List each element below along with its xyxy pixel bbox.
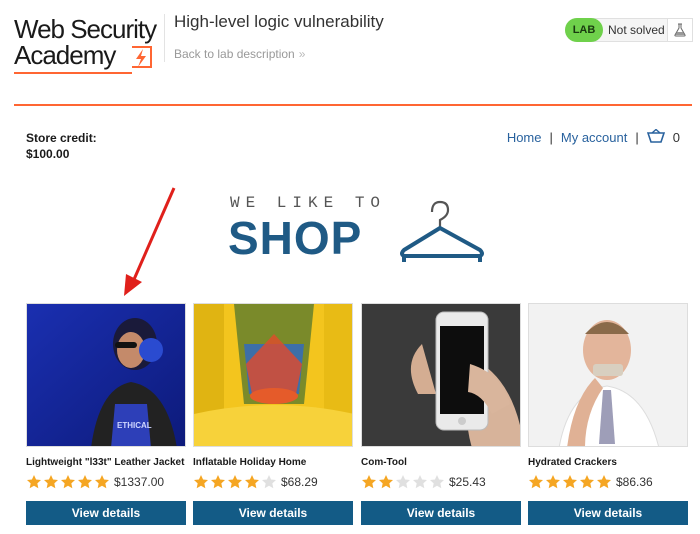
logo-underline <box>14 72 132 74</box>
star-empty-icon <box>430 475 444 489</box>
back-to-lab-description-link[interactable]: Back to lab description» <box>174 47 305 61</box>
product-price: $25.43 <box>449 475 486 489</box>
lab-badge: LAB <box>565 18 603 42</box>
view-details-button[interactable]: View details <box>26 501 186 525</box>
lab-title: High-level logic vulnerability <box>174 12 384 31</box>
logo-line2: Academy <box>14 40 116 70</box>
star-filled-icon <box>379 475 393 489</box>
lightning-icon <box>132 46 152 68</box>
product-rating: $86.36 <box>528 473 688 491</box>
product-name: Inflatable Holiday Home <box>193 457 307 468</box>
product-name: Com-Tool <box>361 457 407 468</box>
star-filled-icon <box>362 475 376 489</box>
we-like-to-shop-banner: WE LIKE TO SHOP <box>228 194 490 266</box>
nav-home-link[interactable]: Home <box>507 130 542 145</box>
lab-status-text: Not solved <box>608 23 665 37</box>
rating-stars <box>361 474 446 490</box>
view-details-button[interactable]: View details <box>361 501 521 525</box>
star-empty-icon <box>396 475 410 489</box>
product-price: $68.29 <box>281 475 318 489</box>
rating-stars <box>193 474 278 490</box>
star-filled-icon <box>245 475 259 489</box>
back-link-label: Back to lab description <box>174 47 295 61</box>
star-filled-icon <box>44 475 58 489</box>
product-image-hydrated-crackers <box>528 303 688 447</box>
web-security-academy-logo[interactable]: Web Security Academy <box>14 12 166 74</box>
rating-stars <box>26 474 111 490</box>
svg-text:ETHICAL: ETHICAL <box>117 421 152 430</box>
top-nav: Home | My account | 0 <box>507 128 680 146</box>
product-name: Lightweight "l33t" Leather Jacket <box>26 457 185 468</box>
star-filled-icon <box>228 475 242 489</box>
product-name: Hydrated Crackers <box>528 457 617 468</box>
star-filled-icon <box>546 475 560 489</box>
star-filled-icon <box>95 475 109 489</box>
view-details-button[interactable]: View details <box>528 501 688 525</box>
product-card: Com-Tool $25.43 View details <box>361 303 521 525</box>
view-details-button[interactable]: View details <box>193 501 353 525</box>
lab-status-widget: LAB Not solved <box>565 18 693 42</box>
product-rating: $25.43 <box>361 473 521 491</box>
product-image-leather-jacket: ETHICAL <box>26 303 186 447</box>
cart-icon[interactable] <box>646 128 665 146</box>
cart-count: 0 <box>672 130 680 145</box>
product-image-com-tool <box>361 303 521 447</box>
store-credit-label: Store credit: <box>26 131 97 145</box>
logo-line1: Web Security <box>14 14 157 44</box>
product-rating: $1337.00 <box>26 473 186 491</box>
star-empty-icon <box>262 475 276 489</box>
product-card: Hydrated Crackers $86.36 View details <box>528 303 688 525</box>
banner-big-text: SHOP <box>228 212 363 264</box>
product-image-inflatable-holiday-home <box>193 303 353 447</box>
nav-separator: | <box>635 130 639 145</box>
double-chevron-right-icon: » <box>298 47 306 61</box>
rating-stars <box>528 474 613 490</box>
store-credit-value: $100.00 <box>26 147 70 161</box>
header-rule <box>14 104 692 106</box>
star-filled-icon <box>597 475 611 489</box>
product-price: $1337.00 <box>114 475 165 489</box>
nav-separator: | <box>549 130 553 145</box>
star-filled-icon <box>61 475 75 489</box>
star-filled-icon <box>27 475 41 489</box>
nav-my-account-link[interactable]: My account <box>561 130 627 145</box>
product-card: Inflatable Holiday Home $68.29 View deta… <box>193 303 353 525</box>
star-filled-icon <box>78 475 92 489</box>
header-divider <box>164 14 165 62</box>
product-rating: $68.29 <box>193 473 353 491</box>
star-filled-icon <box>194 475 208 489</box>
red-arrow-icon <box>118 184 182 305</box>
star-filled-icon <box>211 475 225 489</box>
star-empty-icon <box>413 475 427 489</box>
star-filled-icon <box>580 475 594 489</box>
product-card: ETHICAL Lightweight "l33t" Leather Jacke… <box>26 303 186 525</box>
star-filled-icon <box>563 475 577 489</box>
flask-icon[interactable] <box>667 19 692 41</box>
product-price: $86.36 <box>616 475 653 489</box>
store-credit: Store credit: $100.00 <box>26 130 97 162</box>
hanger-icon <box>400 200 484 262</box>
star-filled-icon <box>529 475 543 489</box>
